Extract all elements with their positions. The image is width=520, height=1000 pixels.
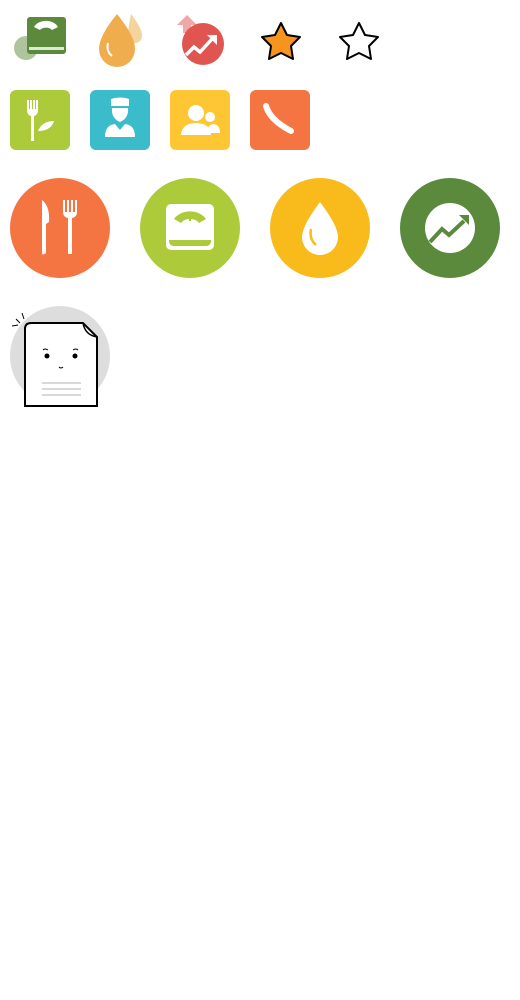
weight-scale-icon[interactable] (140, 178, 240, 278)
star-filled-icon[interactable] (261, 22, 301, 60)
icon-sheet (10, 14, 500, 407)
meal-icon[interactable] (10, 178, 110, 278)
scale-book-icon[interactable] (14, 17, 66, 60)
progress-trend-icon[interactable] (400, 178, 500, 278)
water-drops-icon[interactable] (99, 14, 143, 67)
star-outline-icon[interactable] (339, 22, 379, 60)
diet-fork-leaf-icon[interactable] (10, 90, 70, 150)
phone-icon[interactable] (250, 90, 310, 150)
nurse-icon[interactable] (90, 90, 150, 150)
water-drop-icon[interactable] (270, 178, 370, 278)
empty-document-icon (10, 306, 110, 407)
trend-up-icon[interactable] (177, 15, 224, 65)
contacts-icon[interactable] (170, 90, 230, 150)
